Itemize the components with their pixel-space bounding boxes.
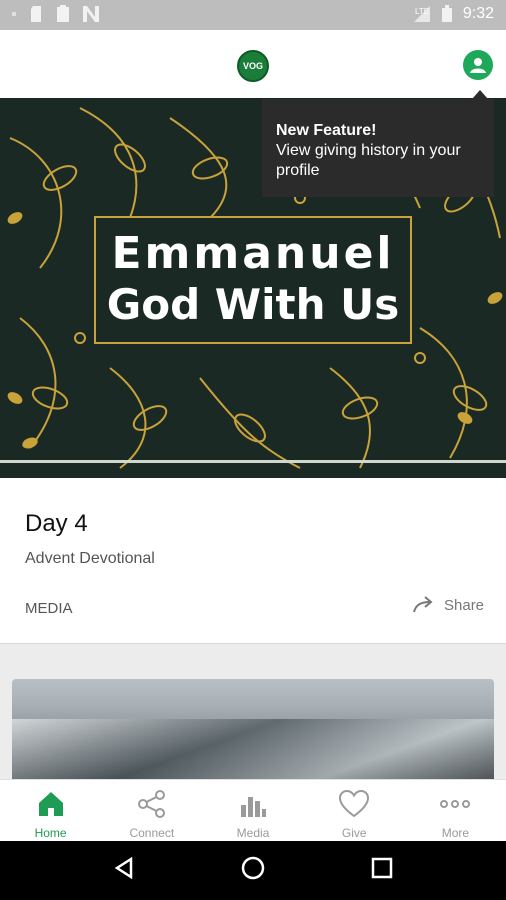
- nav-label-media: Media: [236, 826, 270, 840]
- tooltip-body: View giving history in your profile: [276, 142, 461, 179]
- nav-label-give: Give: [341, 826, 367, 840]
- logo-text: VOG: [242, 61, 263, 71]
- status-time: 9:32: [462, 5, 494, 22]
- tooltip-arrow: [472, 90, 488, 99]
- media-bars-icon: [238, 788, 268, 820]
- home-circle-icon[interactable]: [241, 856, 265, 885]
- nav-label-more: More: [441, 826, 470, 840]
- profile-button[interactable]: [463, 50, 493, 80]
- signal-icon: LTE: [413, 6, 430, 22]
- status-right-icons: LTE 9:32: [413, 5, 494, 23]
- nav-item-home[interactable]: Home: [0, 780, 101, 841]
- more-dots-icon: [439, 788, 471, 820]
- new-feature-tooltip[interactable]: New Feature! View giving history in your…: [262, 99, 494, 197]
- nav-item-give[interactable]: Give: [304, 780, 405, 841]
- share-button[interactable]: Share: [412, 596, 484, 614]
- back-icon[interactable]: [113, 856, 135, 884]
- banner-title-frame: Emmanuel God With Us: [94, 216, 412, 344]
- content-card[interactable]: Day 4 Advent Devotional MEDIA Share: [0, 478, 506, 644]
- church-logo[interactable]: VOG: [237, 50, 269, 82]
- bottom-navigation: Home Connect Media Give More: [0, 779, 506, 841]
- card-subtitle: Advent Devotional: [25, 550, 155, 567]
- card-title: Day 4: [25, 510, 88, 537]
- tooltip-title: New Feature!: [276, 122, 377, 139]
- recents-square-icon[interactable]: [371, 857, 393, 884]
- system-navigation-bar: [0, 841, 506, 900]
- nav-item-more[interactable]: More: [405, 780, 506, 841]
- clipboard-icon: [57, 5, 69, 22]
- n-app-icon: [83, 6, 99, 22]
- nav-item-media[interactable]: Media: [202, 780, 303, 841]
- content-card-image-preview[interactable]: [12, 679, 494, 789]
- heart-icon: [338, 788, 370, 820]
- nav-label-home: Home: [34, 826, 67, 840]
- banner-title-line1: Emmanuel: [111, 228, 395, 279]
- profile-icon: [470, 58, 486, 73]
- nav-label-connect: Connect: [129, 826, 175, 840]
- status-left-icons: [10, 5, 100, 23]
- app-header: VOG: [0, 30, 506, 98]
- nav-item-connect[interactable]: Connect: [101, 780, 202, 841]
- notification-dot-icon: [12, 12, 16, 16]
- svg-text:LTE: LTE: [415, 7, 429, 16]
- sd-card-icon: [31, 6, 41, 22]
- share-arrow-icon: [413, 596, 433, 613]
- battery-icon: [441, 5, 452, 22]
- share-network-icon: [136, 788, 168, 820]
- banner-title-line2: God With Us: [106, 280, 400, 329]
- banner-divider: [0, 460, 506, 463]
- status-bar: LTE 9:32: [0, 0, 506, 30]
- share-label: Share: [444, 596, 485, 614]
- card-type-label: MEDIA: [25, 600, 73, 617]
- home-icon: [36, 788, 66, 820]
